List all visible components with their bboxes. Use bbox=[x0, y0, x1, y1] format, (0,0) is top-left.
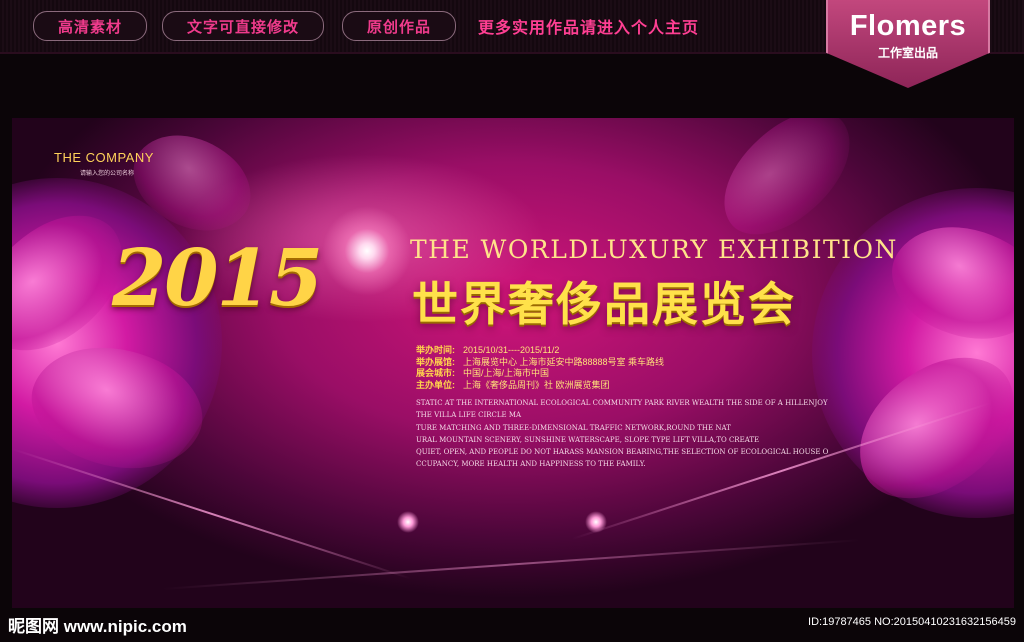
logo-title: Flomers bbox=[849, 10, 967, 42]
description-line: THE VILLA LIFE CIRCLE MA bbox=[416, 411, 522, 420]
tag-hd-material[interactable]: 高清素材 bbox=[33, 11, 147, 41]
chinese-title: 世界奢侈品展览会 bbox=[412, 278, 796, 330]
right-petal bbox=[699, 118, 875, 253]
year-title: 2015 bbox=[112, 233, 323, 324]
description-line: URAL MOUNTAIN SCENERY, SUNSHINE WATERSCA… bbox=[416, 435, 760, 444]
light-streak bbox=[161, 539, 861, 590]
company-name: THE COMPANY bbox=[54, 150, 154, 165]
event-info: 举办时间: 2015/10/31----2015/11/2 举办展馆: 上海展览中心… bbox=[416, 345, 876, 391]
studio-logo-badge[interactable]: Flomers 工作室出品 bbox=[826, 0, 990, 88]
glow-dot bbox=[397, 511, 419, 533]
description-line: QUIET, OPEN, AND PEOPLE DO NOT HARASS MA… bbox=[416, 448, 829, 457]
tag-editable-text[interactable]: 文字可直接修改 bbox=[162, 11, 324, 41]
site-watermark: 昵图网 www.nipic.com bbox=[8, 617, 187, 636]
tag-original-work[interactable]: 原创作品 bbox=[342, 11, 456, 41]
glow-dot bbox=[585, 511, 607, 533]
info-row-venue: 举办展馆: 上海展览中心 上海市延安中路88888号室 乘车路线 bbox=[416, 356, 665, 367]
english-title: THE WORLDLUXURY EXHIBITION bbox=[410, 235, 898, 264]
lens-flare bbox=[322, 206, 412, 296]
promo-link[interactable]: 更多实用作品请进入个人主页 bbox=[478, 14, 699, 38]
info-row-city: 展会城市: 中国/上海/上海市中国 bbox=[416, 368, 550, 378]
image-id-watermark: ID:19787465 NO:20150410231632156459 bbox=[808, 616, 1016, 628]
exhibition-banner: THE COMPANY 请输入您的公司名称 2015 THE WORLDLUXU… bbox=[12, 118, 1014, 616]
logo-subtitle: 工作室出品 bbox=[877, 46, 938, 60]
description-line: TURE MATCHING AND THREE-DIMENSIONAL TRAF… bbox=[416, 423, 731, 432]
company-subtitle: 请输入您的公司名称 bbox=[80, 171, 135, 177]
english-description: STATIC AT THE INTERNATIONAL ECOLOGICAL C… bbox=[416, 397, 856, 471]
description-line: STATIC AT THE INTERNATIONAL ECOLOGICAL C… bbox=[416, 399, 828, 407]
info-row-organizer: 主办单位: 上海《奢侈品周刊》社 欧洲展览集团 bbox=[416, 379, 610, 390]
description-line: CCUPANCY, MORE HEALTH AND HAPPINESS TO T… bbox=[416, 460, 646, 469]
info-row-time: 举办时间: 2015/10/31----2015/11/2 bbox=[416, 345, 560, 355]
light-streak bbox=[12, 448, 412, 580]
